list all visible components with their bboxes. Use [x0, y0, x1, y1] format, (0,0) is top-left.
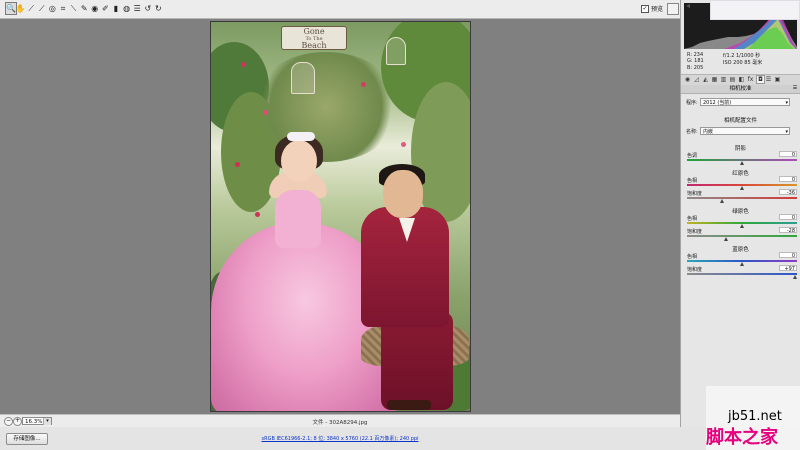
straighten-tool[interactable]: ⟍	[69, 3, 79, 14]
red-eye-icon: ◉	[91, 3, 99, 13]
target-adjust-icon: ◎	[48, 3, 56, 13]
preview-toggle[interactable]: ✓ 预览	[641, 4, 663, 13]
preview-checkbox[interactable]: ✓	[641, 4, 649, 13]
adjustment-panel: R: 234 G: 181 B: 205 f/1.2 1/1000 秒 ISO …	[680, 0, 800, 427]
crop-icon: ⌗	[60, 3, 66, 13]
profile-name-select[interactable]: 内嵌 ▾	[700, 127, 790, 135]
slider-thumb[interactable]	[739, 224, 744, 228]
detail-icon[interactable]: ▤	[729, 76, 736, 83]
preview-canvas[interactable]: Gone To The Beach	[0, 19, 680, 414]
section-title: 相机校准 ☰	[681, 85, 800, 94]
rotate-cw-icon: ↻	[155, 3, 162, 13]
slider-thumb[interactable]	[739, 161, 744, 165]
slider-label: 色相	[687, 254, 698, 260]
rotate-ccw-icon: ↺	[144, 3, 152, 13]
mountain-icon[interactable]: ◭	[702, 76, 709, 83]
slider-label: 饱和度	[687, 191, 703, 197]
slider-value-field[interactable]: +97	[779, 265, 797, 272]
white-balance-tool[interactable]: ⟋	[26, 3, 36, 14]
slider-label: 饱和度	[687, 229, 703, 235]
slider-label: 色相	[687, 178, 698, 184]
hsl-grid-icon[interactable]: ▦	[711, 76, 718, 83]
slider-thumb[interactable]	[739, 262, 744, 266]
preferences-tool[interactable]: ☰	[132, 3, 142, 14]
chevron-down-icon: ▾	[785, 129, 788, 135]
aperture-icon[interactable]: ◉	[684, 76, 691, 83]
brush-icon: ✐	[102, 3, 109, 13]
file-name: 文件 - 302A8294.jpg	[312, 420, 368, 426]
process-value: 2012 (当前)	[703, 100, 732, 106]
photo-preview: Gone To The Beach	[210, 21, 471, 412]
camera-calibration-icon[interactable]: ◘	[756, 75, 765, 84]
eyedropper-plus-icon: ⟋	[38, 3, 45, 13]
graduated-filter-icon: ▮	[113, 3, 119, 13]
chevron-down-icon: ▾	[785, 100, 788, 106]
slider-track[interactable]	[687, 273, 797, 275]
straighten-icon: ⟍	[70, 3, 77, 13]
watermark-name: 脚本之家	[706, 427, 778, 448]
spot-removal-icon: ✎	[80, 3, 88, 13]
slider-value-field[interactable]: 0	[779, 214, 797, 221]
toolbar: 🔍 ✋ ⟋ ⟋ ◎ ⌗ ⟍ ✎ ◉ ✐ ▮ ◍ ☰ ↺ ↻ ✓ 预览	[0, 0, 680, 19]
pixel-readout: R: 234 G: 181 B: 205 f/1.2 1/1000 秒 ISO …	[687, 52, 797, 74]
section-title-label: 相机校准	[729, 86, 752, 92]
workflow-options-link[interactable]: sRGB IEC61966-2.1; 8 位; 3840 x 5760 (22.…	[0, 435, 680, 442]
slider-thumb[interactable]	[724, 237, 729, 241]
targeted-adjustment-tool[interactable]: ◎	[47, 3, 57, 14]
spot-removal-tool[interactable]: ✎	[79, 3, 89, 14]
preview-label: 预览	[651, 6, 664, 13]
rotate-left-tool[interactable]: ↺	[143, 3, 153, 14]
lens-icon[interactable]: ◧	[738, 76, 745, 83]
hand-tool[interactable]: ✋	[16, 3, 26, 14]
slider-value-field[interactable]: 0	[779, 252, 797, 259]
slider-thumb[interactable]	[792, 275, 797, 279]
readout-g: G: 181	[687, 58, 704, 65]
camera-profile-title: 相机配置文件	[723, 118, 757, 124]
graduated-filter-tool[interactable]: ▮	[111, 3, 121, 14]
rotate-right-tool[interactable]: ↻	[153, 3, 163, 14]
watermark-site: jb51.net	[728, 409, 782, 424]
slider-label: 色相	[687, 216, 698, 222]
color-sampler-tool[interactable]: ⟋	[37, 3, 47, 14]
eyedropper-icon: ⟋	[28, 3, 34, 13]
corner-overlay	[710, 0, 800, 20]
red-eye-tool[interactable]: ◉	[90, 3, 100, 14]
slider-value-field[interactable]: -28	[779, 227, 797, 234]
slider-thumb[interactable]	[739, 186, 744, 190]
profile-name-value: 内嵌	[703, 129, 714, 135]
readout-aperture-shutter: f/1.2 1/1000 秒	[723, 53, 761, 59]
readout-iso-focal: ISO 200 85 毫米	[723, 60, 763, 66]
hand-icon: ✋	[15, 3, 26, 13]
name-label: 名称:	[686, 129, 698, 135]
radial-filter-icon: ◍	[123, 3, 131, 13]
magnifier-icon: 🔍	[6, 3, 16, 13]
fx-icon[interactable]: fx	[747, 76, 754, 83]
process-label: 程序:	[686, 100, 698, 106]
zoom-bar: − + 16.3% ▾ 文件 - 302A8294.jpg	[0, 414, 680, 427]
readout-b: B: 205	[687, 64, 704, 71]
slider-thumb[interactable]	[719, 199, 724, 203]
slider-value-field[interactable]: -36	[779, 189, 797, 196]
snapshots-icon[interactable]: ▣	[774, 76, 781, 83]
curve-icon[interactable]: ◿	[693, 76, 700, 83]
slider-value-field[interactable]: 0	[779, 176, 797, 183]
photo-sign: Gone To The Beach	[281, 26, 347, 50]
presets-icon[interactable]: ☰	[765, 76, 772, 83]
panel-menu-icon[interactable]: ☰	[792, 86, 798, 91]
slider-track[interactable]	[687, 197, 797, 199]
process-select[interactable]: 2012 (当前) ▾	[700, 98, 790, 106]
radial-filter-tool[interactable]: ◍	[122, 3, 132, 14]
split-tone-icon[interactable]: ▥	[720, 76, 727, 83]
slider-value-field[interactable]: 0	[779, 151, 797, 158]
fullscreen-button[interactable]	[667, 3, 679, 15]
slider-track[interactable]	[687, 235, 797, 237]
adjustment-brush-tool[interactable]: ✐	[100, 3, 110, 14]
crop-tool[interactable]: ⌗	[58, 3, 68, 14]
slider-label: 饱和度	[687, 267, 703, 273]
list-icon: ☰	[133, 3, 141, 13]
slider-label: 色调	[687, 153, 698, 159]
footer: 存储图像... sRGB IEC61966-2.1; 8 位; 3840 x 5…	[0, 427, 800, 450]
